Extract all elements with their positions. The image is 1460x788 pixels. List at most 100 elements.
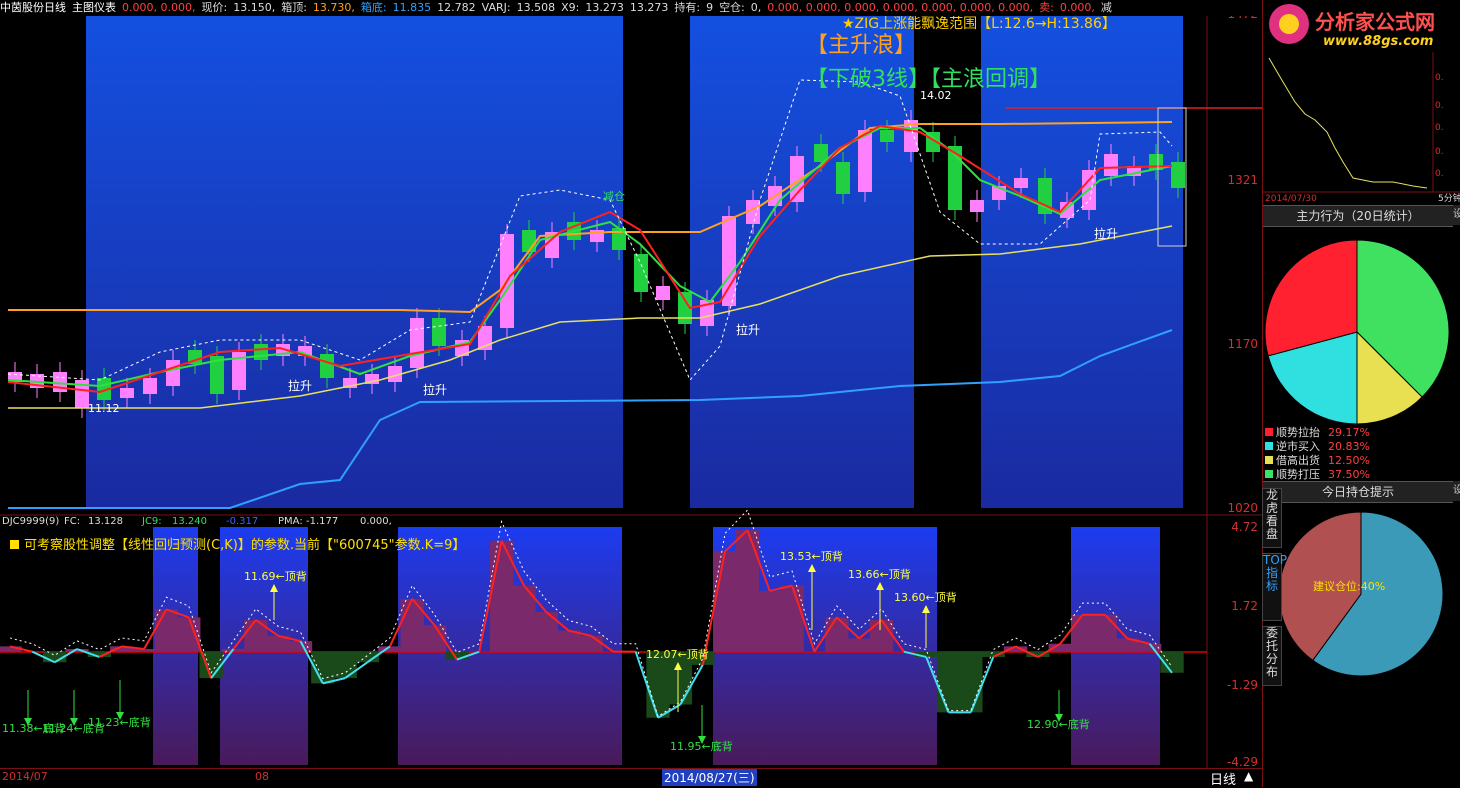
legend-item-3: 顺势打压 37.50%	[1265, 468, 1370, 481]
logo-url: www.88gs.com	[1323, 34, 1434, 49]
panel2-tab[interactable]: 设	[1453, 481, 1460, 501]
y-tick-3: 1170	[1227, 337, 1258, 351]
legend-swatch-icon	[1265, 442, 1273, 450]
legend-label: 借高出货	[1276, 454, 1320, 467]
zig-label: ★ZIG上涨能飘逸范围【L:12.6→H:13.86】	[842, 15, 1116, 32]
peak-label: 14.02	[920, 89, 952, 102]
stock-name: 中茵股份日线	[0, 1, 66, 14]
fc-value: 13.128	[88, 516, 123, 527]
legend-item-2: 借高出货 12.50%	[1265, 454, 1370, 467]
top-divergence-label-3: 13.60←顶背	[894, 590, 957, 604]
svg-text:0.: 0.	[1435, 123, 1444, 133]
time-axis: 2014/07 08 2014/08/27(三) 日线 ▲	[0, 768, 1262, 788]
y-tick-2: 1321	[1227, 173, 1258, 187]
pie-legend: 顺势拉抬 29.17% 逆市买入 20.83% 借高出货 12.50% 顺势打压 37.50%	[1263, 426, 1453, 482]
candle-body-11	[254, 344, 268, 360]
lower-v3: -0.317	[226, 516, 258, 527]
candle-body-7	[166, 360, 180, 386]
tab-longhu[interactable]: 龙虎看盘	[1262, 488, 1282, 548]
candle-body-28	[634, 254, 648, 292]
pullup-label-3: 拉升	[736, 322, 760, 337]
top-divergence-label-1: 13.53←顶背	[780, 549, 843, 563]
candle-body-6	[143, 378, 157, 394]
low-label: 11.12	[88, 402, 120, 415]
candle-body-37	[836, 162, 850, 194]
y-tick-4: 1020	[1227, 501, 1258, 515]
legend-label: 顺势打压	[1276, 468, 1320, 481]
mini-price-chart: 0. 0. 0. 0. 0. 2014/07/30 5分钟	[1263, 52, 1460, 202]
legend-label: 逆市买入	[1276, 440, 1320, 453]
legend-item-0: 顺势拉抬 29.17%	[1265, 426, 1370, 439]
candle-body-29	[656, 286, 670, 300]
candle-body-19	[432, 318, 446, 346]
logo-text: 分析家公式网	[1315, 10, 1435, 34]
logo-area: 分析家公式网 www.88gs.com	[1263, 0, 1460, 52]
advice-label: 建议仓位:40%	[1313, 579, 1385, 593]
jc9-value: 13.240	[172, 516, 207, 527]
period-selector[interactable]: 日线	[1210, 769, 1236, 788]
lower-y-tick-1: 4.72	[1231, 520, 1258, 534]
pma-label: PMA:	[278, 516, 303, 527]
period-up-icon[interactable]: ▲	[1244, 769, 1253, 783]
x9-value: 13.273	[585, 1, 624, 14]
svg-text:0.: 0.	[1435, 147, 1444, 157]
indicator-name: 主图仪表	[72, 1, 116, 14]
candle-body-14	[320, 354, 334, 378]
fc-label: FC:	[64, 516, 80, 527]
zero-values: 0.000, 0.000, 0.000, 0.000, 0.000, 0.000…	[767, 1, 1034, 14]
main-y-axis: 1472 1321 1170 1020	[1227, 7, 1258, 515]
candle-body-18	[410, 318, 424, 368]
mini-period: 5分钟	[1438, 192, 1460, 202]
zero-pair: 0.000, 0.000,	[122, 1, 196, 14]
legend-percent: 20.83%	[1328, 440, 1370, 453]
legend-item-1: 逆市买入 20.83%	[1265, 440, 1370, 453]
chart-area: 1472 1321 1170 1020 4.72 1.72 -1.29 -4.2…	[0, 0, 1262, 787]
position-pie: 建议仓位:40%	[1278, 511, 1444, 677]
lower-note: 可考察股性调整【线性回归预测(C,K)】的参数.当前【"600745"参数.K=…	[24, 537, 465, 553]
candle-body-49	[1104, 154, 1118, 176]
panel1-tab[interactable]: 设	[1453, 205, 1460, 225]
legend-swatch-icon	[1265, 470, 1273, 478]
main-title-1: 【主升浪】	[806, 33, 916, 58]
lower-y-tick-2: 1.72	[1231, 599, 1258, 613]
legend-swatch-icon	[1265, 428, 1273, 436]
candle-body-45	[1014, 178, 1028, 188]
varj-value: 13.508	[516, 1, 556, 14]
candle-body-32	[722, 216, 736, 306]
pullup-label-1: 拉升	[288, 378, 312, 393]
header-bar: 中茵股份日线 主图仪表 0.000, 0.000, 现价: 13.150, 箱顶: 13.7…	[0, 0, 1262, 16]
legend-label: 顺势拉抬	[1276, 426, 1320, 439]
panel1-title: 主力行为（20日统计）	[1263, 205, 1453, 227]
legend-percent: 37.50%	[1328, 468, 1370, 481]
cursor-date: 2014/08/27(三)	[662, 769, 757, 786]
svg-text:0.: 0.	[1435, 101, 1444, 111]
right-panel: 分析家公式网 www.88gs.com 0. 0. 0. 0. 0. 2014/…	[1262, 0, 1460, 787]
box-bottom-value: 11.835	[392, 1, 432, 14]
top-divergence-label-4: 12.07←顶背	[646, 647, 709, 661]
tab-top[interactable]: TOP指标	[1262, 553, 1287, 621]
mini-date: 2014/07/30	[1265, 194, 1317, 202]
candle-body-52	[1171, 162, 1185, 188]
main-band-0	[86, 16, 623, 508]
pullup-label-4: 拉升	[1094, 226, 1118, 241]
axis-mid-label: 08	[255, 770, 269, 783]
lower-y-tick-4: -4.29	[1227, 755, 1258, 769]
top-divergence-label-2: 13.66←顶背	[848, 567, 911, 581]
svg-text:0.: 0.	[1435, 73, 1444, 83]
jc9-label: JC9:	[141, 516, 162, 527]
lower-v4: 0.000,	[360, 516, 392, 527]
lower-header: DJC9999(9)	[2, 516, 59, 527]
value-1: 12.782	[437, 1, 476, 14]
legend-percent: 12.50%	[1328, 454, 1370, 467]
box-top-value: 13.730,	[312, 1, 355, 14]
candle-body-39	[880, 130, 894, 142]
pma-value: -1.177	[306, 516, 338, 527]
candle-body-43	[970, 200, 984, 212]
tab-weituo[interactable]: 委托分布	[1262, 626, 1282, 686]
panel2-title: 今日持仓提示	[1263, 481, 1453, 503]
candle-body-38	[858, 130, 872, 192]
axis-left-label: 2014/07	[2, 770, 48, 783]
price-value: 13.150,	[233, 1, 276, 14]
legend-swatch-icon	[1265, 456, 1273, 464]
behavior-pie	[1264, 239, 1450, 425]
